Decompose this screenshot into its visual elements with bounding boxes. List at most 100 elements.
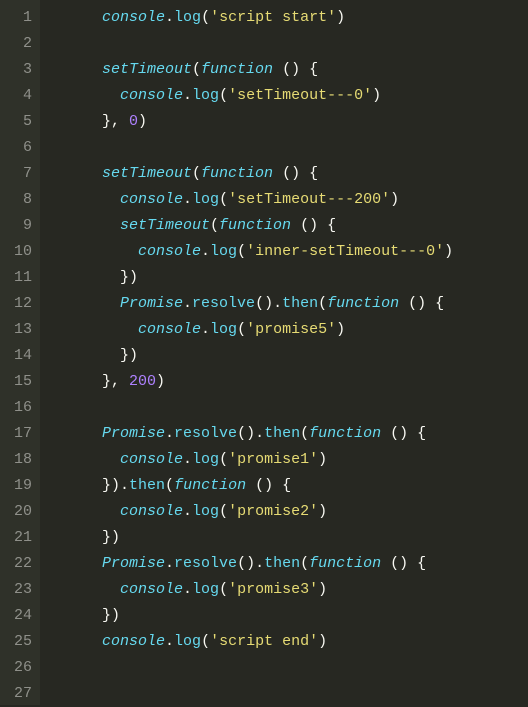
- line-number: 13: [5, 317, 32, 343]
- code-line[interactable]: [48, 395, 528, 421]
- token-kw: function: [174, 477, 246, 494]
- token-method: log: [192, 451, 219, 468]
- token-punct: () {: [273, 165, 318, 182]
- token-obj: setTimeout: [120, 217, 210, 234]
- code-line[interactable]: }): [48, 603, 528, 629]
- token-punct: },: [102, 373, 129, 390]
- line-number: 23: [5, 577, 32, 603]
- token-punct: ): [318, 581, 327, 598]
- line-number: 3: [5, 57, 32, 83]
- token-punct: .: [165, 633, 174, 650]
- indent: [48, 191, 120, 208]
- code-line[interactable]: setTimeout(function () {: [48, 213, 528, 239]
- token-punct: .: [183, 451, 192, 468]
- code-area[interactable]: console.log('script start') setTimeout(f…: [40, 0, 528, 705]
- token-string: 'inner-setTimeout---0': [246, 243, 444, 260]
- token-num: 200: [129, 373, 156, 390]
- code-line[interactable]: }): [48, 265, 528, 291]
- indent: [48, 243, 138, 260]
- token-method: resolve: [192, 295, 255, 312]
- token-punct: .: [183, 191, 192, 208]
- indent: [48, 321, 138, 338]
- indent: [48, 581, 120, 598]
- token-num: 0: [129, 113, 138, 130]
- token-method: log: [192, 191, 219, 208]
- token-kw: function: [327, 295, 399, 312]
- line-number-gutter: 1234567891011121314151617181920212223242…: [0, 0, 40, 705]
- token-method: then: [129, 477, 165, 494]
- indent: [48, 477, 102, 494]
- code-editor[interactable]: 1234567891011121314151617181920212223242…: [0, 0, 528, 705]
- line-number: 16: [5, 395, 32, 421]
- code-line[interactable]: [48, 681, 528, 707]
- token-punct: (: [192, 61, 201, 78]
- indent: [48, 607, 102, 624]
- token-punct: ): [390, 191, 399, 208]
- token-punct: ): [372, 87, 381, 104]
- token-method: log: [192, 503, 219, 520]
- token-punct: .: [183, 503, 192, 520]
- code-line[interactable]: [48, 655, 528, 681]
- line-number: 25: [5, 629, 32, 655]
- token-punct: (: [219, 191, 228, 208]
- token-method: log: [210, 321, 237, 338]
- code-line[interactable]: console.log('promise1'): [48, 447, 528, 473]
- token-punct: }): [120, 269, 138, 286]
- code-line[interactable]: }, 200): [48, 369, 528, 395]
- code-line[interactable]: console.log('promise3'): [48, 577, 528, 603]
- token-method: log: [192, 87, 219, 104]
- code-line[interactable]: }).then(function () {: [48, 473, 528, 499]
- token-punct: ): [318, 503, 327, 520]
- token-obj: setTimeout: [102, 61, 192, 78]
- token-method: log: [174, 9, 201, 26]
- token-string: 'setTimeout---200': [228, 191, 390, 208]
- code-line[interactable]: setTimeout(function () {: [48, 161, 528, 187]
- token-punct: () {: [381, 425, 426, 442]
- token-punct: ().: [255, 295, 282, 312]
- token-punct: ): [336, 321, 345, 338]
- token-obj: console: [102, 633, 165, 650]
- token-punct: (: [237, 321, 246, 338]
- token-kw: function: [201, 61, 273, 78]
- token-punct: .: [201, 243, 210, 260]
- code-line[interactable]: console.log('promise2'): [48, 499, 528, 525]
- line-number: 27: [5, 681, 32, 707]
- token-punct: (: [192, 165, 201, 182]
- code-line[interactable]: }): [48, 525, 528, 551]
- line-number: 12: [5, 291, 32, 317]
- token-punct: ): [318, 633, 327, 650]
- token-punct: .: [183, 581, 192, 598]
- indent: [48, 347, 120, 364]
- code-line[interactable]: console.log('inner-setTimeout---0'): [48, 239, 528, 265]
- code-line[interactable]: console.log('script start'): [48, 5, 528, 31]
- token-punct: }): [102, 529, 120, 546]
- line-number: 8: [5, 187, 32, 213]
- code-line[interactable]: setTimeout(function () {: [48, 57, 528, 83]
- code-line[interactable]: Promise.resolve().then(function () {: [48, 291, 528, 317]
- code-line[interactable]: Promise.resolve().then(function () {: [48, 421, 528, 447]
- token-punct: (: [201, 633, 210, 650]
- code-line[interactable]: console.log('script end'): [48, 629, 528, 655]
- code-line[interactable]: }, 0): [48, 109, 528, 135]
- line-number: 17: [5, 421, 32, 447]
- token-method: log: [210, 243, 237, 260]
- code-line[interactable]: }): [48, 343, 528, 369]
- token-punct: },: [102, 113, 129, 130]
- code-line[interactable]: [48, 135, 528, 161]
- line-number: 20: [5, 499, 32, 525]
- indent: [48, 503, 120, 520]
- code-line[interactable]: console.log('setTimeout---0'): [48, 83, 528, 109]
- indent: [48, 217, 120, 234]
- code-line[interactable]: console.log('promise5'): [48, 317, 528, 343]
- token-punct: }).: [102, 477, 129, 494]
- code-line[interactable]: Promise.resolve().then(function () {: [48, 551, 528, 577]
- code-line[interactable]: console.log('setTimeout---200'): [48, 187, 528, 213]
- code-line[interactable]: [48, 31, 528, 57]
- token-obj: Promise: [102, 425, 165, 442]
- token-kw: function: [201, 165, 273, 182]
- token-punct: .: [165, 555, 174, 572]
- token-punct: (: [210, 217, 219, 234]
- token-obj: console: [120, 191, 183, 208]
- token-punct: ): [336, 9, 345, 26]
- indent: [48, 295, 120, 312]
